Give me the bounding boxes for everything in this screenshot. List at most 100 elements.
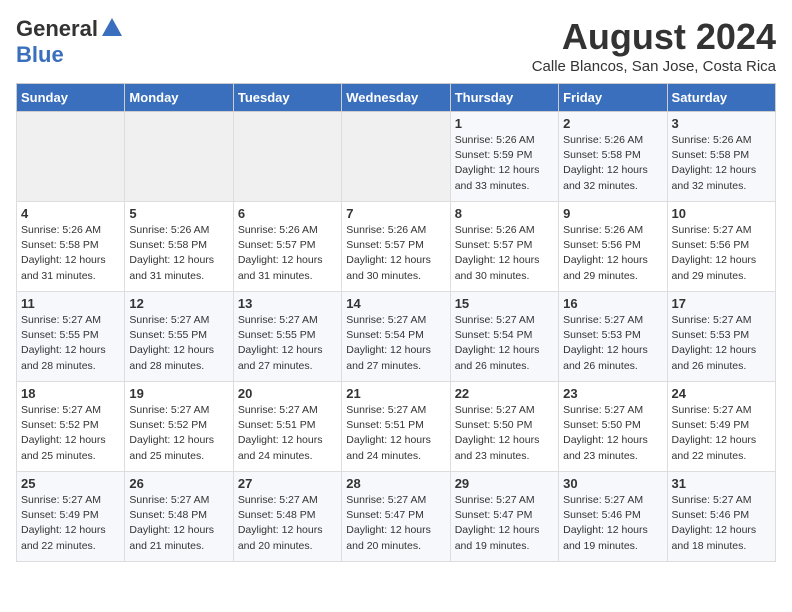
weekday-header-sunday: Sunday <box>17 84 125 112</box>
calendar-cell <box>342 112 450 202</box>
calendar-cell: 17 Sunrise: 5:27 AM Sunset: 5:53 PM Dayli… <box>667 292 775 382</box>
day-info: Sunrise: 5:26 AM Sunset: 5:57 PM Dayligh… <box>238 223 337 284</box>
day-number: 17 <box>672 296 771 311</box>
calendar-cell: 19Sunrise: 5:27 AM Sunset: 5:52 PM Dayli… <box>125 382 233 472</box>
calendar-week-5: 25 Sunrise: 5:27 AM Sunset: 5:49 PM Dayli… <box>17 472 776 562</box>
day-info: Sunrise: 5:27 AM Sunset: 5:54 PM Dayligh… <box>455 313 554 374</box>
day-number: 10 <box>672 206 771 221</box>
calendar-week-4: 18 Sunrise: 5:27 AM Sunset: 5:52 PM Dayli… <box>17 382 776 472</box>
calendar-week-2: 4 Sunrise: 5:26 AM Sunset: 5:58 PM Daylig… <box>17 202 776 292</box>
calendar-week-1: 1Sunrise: 5:26 AM Sunset: 5:59 PM Daylig… <box>17 112 776 202</box>
day-number: 25 <box>21 476 120 491</box>
day-number: 11 <box>21 296 120 311</box>
calendar-cell: 4 Sunrise: 5:26 AM Sunset: 5:58 PM Daylig… <box>17 202 125 292</box>
day-number: 12 <box>129 296 228 311</box>
day-number: 31 <box>672 476 771 491</box>
location-subtitle: Calle Blancos, San Jose, Costa Rica <box>532 58 776 75</box>
day-info: Sunrise: 5:26 AM Sunset: 5:56 PM Dayligh… <box>563 223 662 284</box>
day-info: Sunrise: 5:27 AM Sunset: 5:49 PM Dayligh… <box>672 403 771 464</box>
calendar-cell: 14 Sunrise: 5:27 AM Sunset: 5:54 PM Dayli… <box>342 292 450 382</box>
day-info: Sunrise: 5:27 AM Sunset: 5:49 PM Dayligh… <box>21 493 120 554</box>
calendar-cell: 30Sunrise: 5:27 AM Sunset: 5:46 PM Dayli… <box>559 472 667 562</box>
weekday-header-row: SundayMondayTuesdayWednesdayThursdayFrid… <box>17 84 776 112</box>
calendar-cell: 23Sunrise: 5:27 AM Sunset: 5:50 PM Dayli… <box>559 382 667 472</box>
day-number: 15 <box>455 296 554 311</box>
calendar-cell: 28 Sunrise: 5:27 AM Sunset: 5:47 PM Dayli… <box>342 472 450 562</box>
logo-blue-text: Blue <box>16 42 64 68</box>
day-number: 28 <box>346 476 445 491</box>
weekday-header-tuesday: Tuesday <box>233 84 341 112</box>
day-number: 5 <box>129 206 228 221</box>
day-info: Sunrise: 5:27 AM Sunset: 5:55 PM Dayligh… <box>129 313 228 374</box>
day-info: Sunrise: 5:27 AM Sunset: 5:46 PM Dayligh… <box>672 493 771 554</box>
day-number: 1 <box>455 116 554 131</box>
calendar-cell: 12 Sunrise: 5:27 AM Sunset: 5:55 PM Dayli… <box>125 292 233 382</box>
calendar-cell: 25 Sunrise: 5:27 AM Sunset: 5:49 PM Dayli… <box>17 472 125 562</box>
day-number: 24 <box>672 386 771 401</box>
calendar-cell: 7 Sunrise: 5:26 AM Sunset: 5:57 PM Daylig… <box>342 202 450 292</box>
day-number: 8 <box>455 206 554 221</box>
day-number: 9 <box>563 206 662 221</box>
calendar-cell: 3 Sunrise: 5:26 AM Sunset: 5:58 PM Daylig… <box>667 112 775 202</box>
day-info: Sunrise: 5:27 AM Sunset: 5:47 PM Dayligh… <box>455 493 554 554</box>
weekday-header-thursday: Thursday <box>450 84 558 112</box>
day-number: 14 <box>346 296 445 311</box>
day-number: 18 <box>21 386 120 401</box>
month-year-title: August 2024 <box>532 16 776 58</box>
day-info: Sunrise: 5:26 AM Sunset: 5:57 PM Dayligh… <box>346 223 445 284</box>
day-number: 4 <box>21 206 120 221</box>
day-info: Sunrise: 5:27 AM Sunset: 5:55 PM Dayligh… <box>238 313 337 374</box>
day-number: 6 <box>238 206 337 221</box>
day-info: Sunrise: 5:27 AM Sunset: 5:52 PM Dayligh… <box>21 403 120 464</box>
day-number: 16 <box>563 296 662 311</box>
day-info: Sunrise: 5:26 AM Sunset: 5:58 PM Dayligh… <box>672 133 771 194</box>
day-number: 27 <box>238 476 337 491</box>
calendar-cell: 16 Sunrise: 5:27 AM Sunset: 5:53 PM Dayli… <box>559 292 667 382</box>
logo-triangle-icon <box>102 18 122 36</box>
calendar-cell: 31 Sunrise: 5:27 AM Sunset: 5:46 PM Dayli… <box>667 472 775 562</box>
weekday-header-monday: Monday <box>125 84 233 112</box>
calendar-cell: 27 Sunrise: 5:27 AM Sunset: 5:48 PM Dayli… <box>233 472 341 562</box>
weekday-header-saturday: Saturday <box>667 84 775 112</box>
day-info: Sunrise: 5:27 AM Sunset: 5:50 PM Dayligh… <box>563 403 662 464</box>
calendar-cell: 8 Sunrise: 5:26 AM Sunset: 5:57 PM Daylig… <box>450 202 558 292</box>
calendar-cell: 10Sunrise: 5:27 AM Sunset: 5:56 PM Dayli… <box>667 202 775 292</box>
calendar-cell: 29Sunrise: 5:27 AM Sunset: 5:47 PM Dayli… <box>450 472 558 562</box>
logo-general-text: General <box>16 16 98 42</box>
logo: General Blue <box>16 16 122 68</box>
calendar-cell: 18 Sunrise: 5:27 AM Sunset: 5:52 PM Dayli… <box>17 382 125 472</box>
day-info: Sunrise: 5:26 AM Sunset: 5:58 PM Dayligh… <box>129 223 228 284</box>
page-header: General Blue August 2024 Calle Blancos, … <box>16 16 776 75</box>
day-info: Sunrise: 5:27 AM Sunset: 5:53 PM Dayligh… <box>672 313 771 374</box>
day-info: Sunrise: 5:27 AM Sunset: 5:47 PM Dayligh… <box>346 493 445 554</box>
title-area: August 2024 Calle Blancos, San Jose, Cos… <box>532 16 776 75</box>
calendar-cell: 20 Sunrise: 5:27 AM Sunset: 5:51 PM Dayli… <box>233 382 341 472</box>
calendar-cell: 13 Sunrise: 5:27 AM Sunset: 5:55 PM Dayli… <box>233 292 341 382</box>
weekday-header-wednesday: Wednesday <box>342 84 450 112</box>
day-number: 13 <box>238 296 337 311</box>
weekday-header-friday: Friday <box>559 84 667 112</box>
day-info: Sunrise: 5:27 AM Sunset: 5:54 PM Dayligh… <box>346 313 445 374</box>
day-number: 22 <box>455 386 554 401</box>
day-info: Sunrise: 5:27 AM Sunset: 5:50 PM Dayligh… <box>455 403 554 464</box>
day-info: Sunrise: 5:27 AM Sunset: 5:48 PM Dayligh… <box>238 493 337 554</box>
day-number: 30 <box>563 476 662 491</box>
day-info: Sunrise: 5:27 AM Sunset: 5:55 PM Dayligh… <box>21 313 120 374</box>
calendar-table: SundayMondayTuesdayWednesdayThursdayFrid… <box>16 83 776 562</box>
day-info: Sunrise: 5:26 AM Sunset: 5:57 PM Dayligh… <box>455 223 554 284</box>
calendar-cell <box>125 112 233 202</box>
calendar-cell: 24 Sunrise: 5:27 AM Sunset: 5:49 PM Dayli… <box>667 382 775 472</box>
day-info: Sunrise: 5:27 AM Sunset: 5:51 PM Dayligh… <box>238 403 337 464</box>
calendar-cell <box>233 112 341 202</box>
day-number: 20 <box>238 386 337 401</box>
day-number: 2 <box>563 116 662 131</box>
day-info: Sunrise: 5:27 AM Sunset: 5:51 PM Dayligh… <box>346 403 445 464</box>
day-info: Sunrise: 5:26 AM Sunset: 5:58 PM Dayligh… <box>21 223 120 284</box>
day-number: 7 <box>346 206 445 221</box>
calendar-cell: 2Sunrise: 5:26 AM Sunset: 5:58 PM Daylig… <box>559 112 667 202</box>
day-number: 26 <box>129 476 228 491</box>
day-number: 3 <box>672 116 771 131</box>
calendar-cell <box>17 112 125 202</box>
calendar-cell: 15 Sunrise: 5:27 AM Sunset: 5:54 PM Dayli… <box>450 292 558 382</box>
day-info: Sunrise: 5:27 AM Sunset: 5:53 PM Dayligh… <box>563 313 662 374</box>
